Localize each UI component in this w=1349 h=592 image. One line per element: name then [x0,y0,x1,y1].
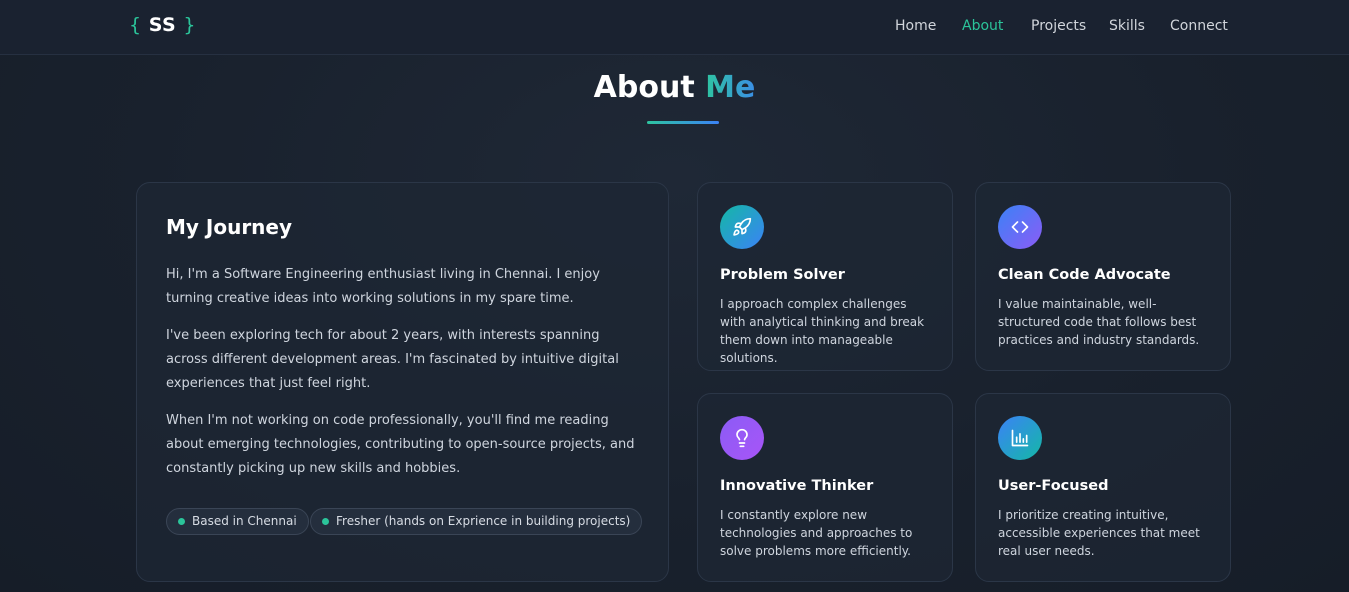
logo-brace-close: } [183,14,196,36]
tag-label: Fresher (hands on Exprience in building … [336,514,631,528]
section-title: About Me [0,70,1349,105]
feature-text: I approach complex challenges with analy… [720,297,925,365]
feature-text: I value maintainable, well-structured co… [998,297,1200,347]
journey-heading: My Journey [166,215,293,239]
feature-card-problem-solver: Problem Solver I approach complex challe… [697,182,953,371]
top-navbar: { SS } Home About Projects Skills Connec… [0,0,1349,55]
status-dot [322,518,329,525]
feature-text: I constantly explore new technologies an… [720,508,913,558]
feature-card-user-focused: User-Focused I prioritize creating intui… [975,393,1231,582]
feature-title: Clean Code Advocate [998,267,1171,283]
rocket-icon [720,205,764,249]
nav-link-home[interactable]: Home [895,18,936,34]
logo-brace-open: { [129,14,142,36]
feature-title: User-Focused [998,478,1109,494]
experience-tag: Fresher (hands on Exprience in building … [310,508,643,535]
feature-card-clean-code: Clean Code Advocate I value maintainable… [975,182,1231,371]
logo[interactable]: { SS } [129,14,196,36]
status-dot [178,518,185,525]
bar-chart-icon [998,416,1042,460]
location-tag: Based in Chennai [166,508,309,535]
section-title-accent: Me [705,70,756,105]
section-title-main: About [593,70,695,105]
journey-card: My Journey Hi, I'm a Software Engineerin… [136,182,669,582]
nav-link-about[interactable]: About [962,18,1003,34]
journey-paragraph: I've been exploring tech for about 2 yea… [166,328,619,391]
logo-text: SS [148,14,177,36]
journey-paragraph: When I'm not working on code professiona… [166,413,635,476]
nav-link-connect[interactable]: Connect [1170,18,1228,34]
tag-label: Based in Chennai [192,514,297,528]
nav-link-skills[interactable]: Skills [1109,18,1145,34]
title-underline [647,121,719,124]
feature-title: Problem Solver [720,267,845,283]
feature-title: Innovative Thinker [720,478,874,494]
journey-paragraph: Hi, I'm a Software Engineering enthusias… [166,267,600,306]
nav-link-projects[interactable]: Projects [1031,18,1086,34]
lightbulb-icon [720,416,764,460]
feature-text: I prioritize creating intuitive, accessi… [998,508,1200,558]
code-icon [998,205,1042,249]
feature-card-innovative: Innovative Thinker I constantly explore … [697,393,953,582]
